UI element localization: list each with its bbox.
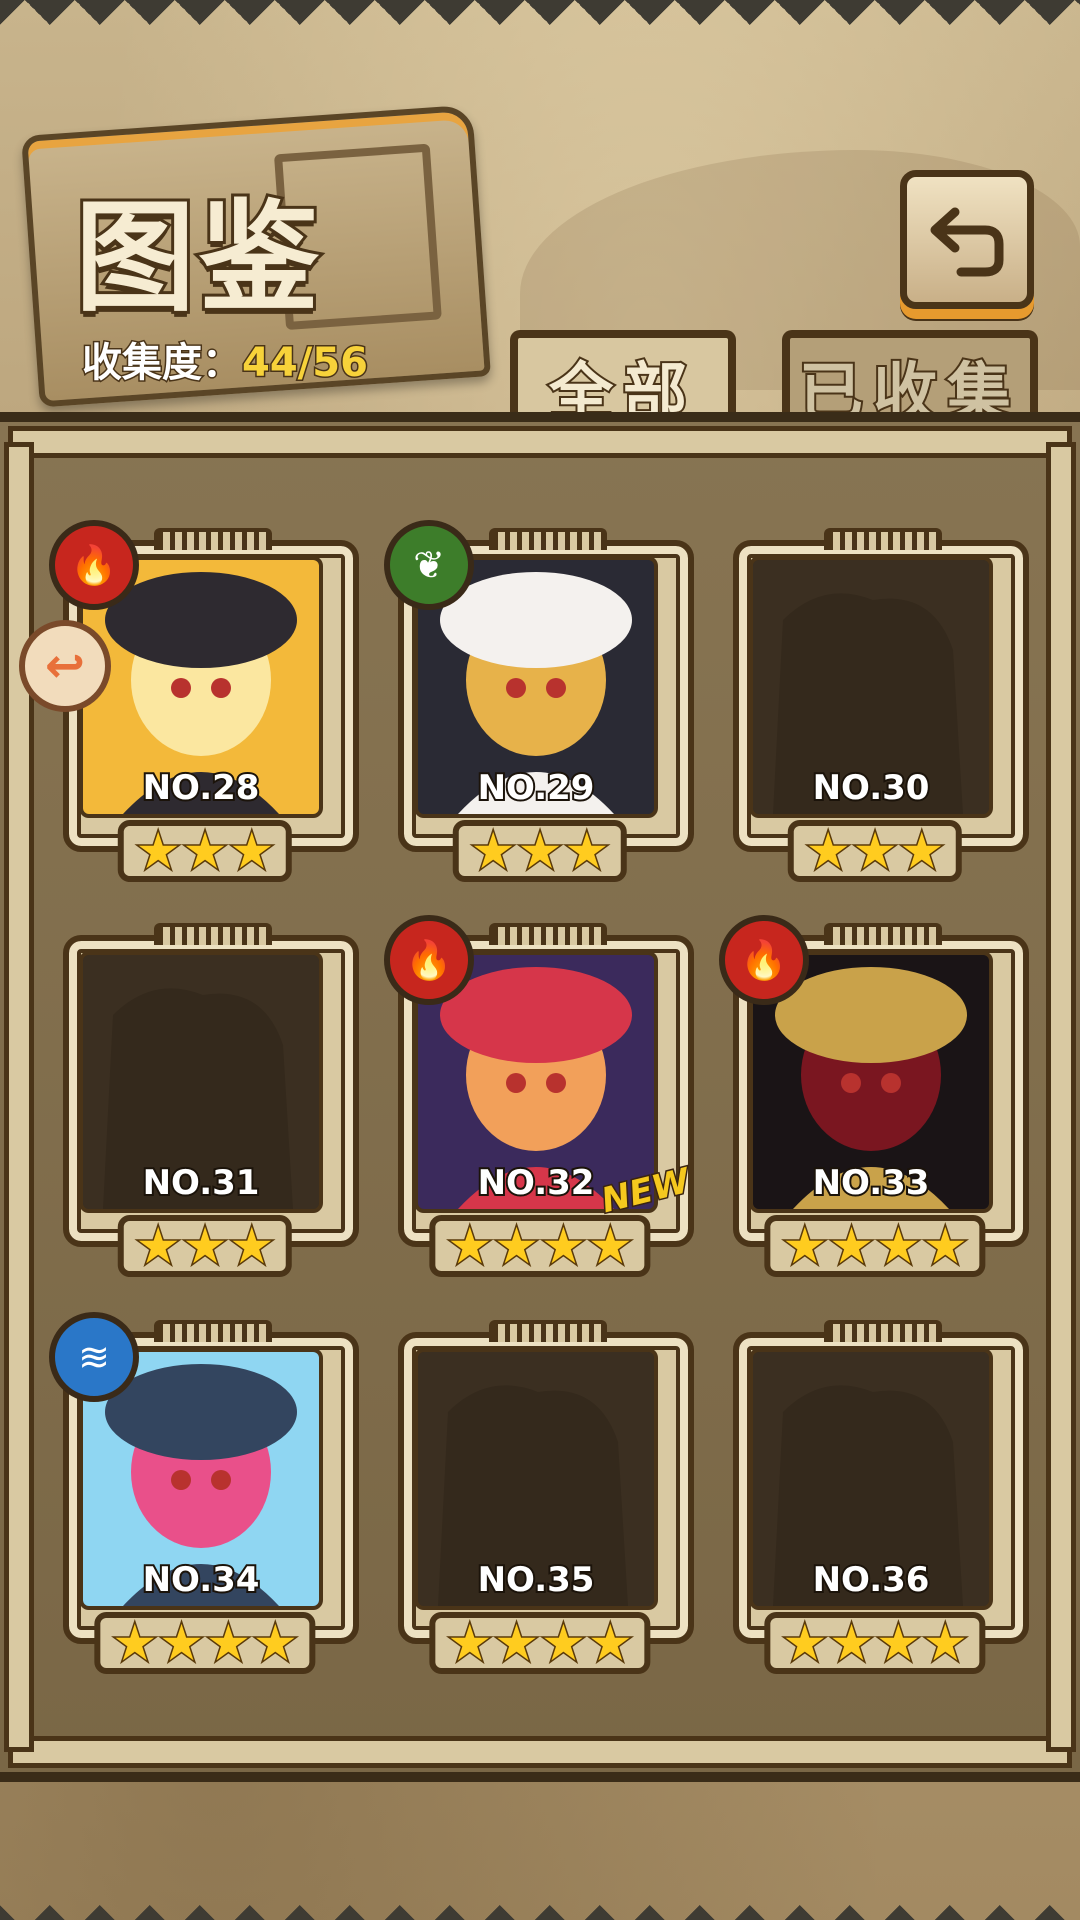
card-number: NO.29: [476, 766, 597, 810]
star-icon: ★: [921, 1217, 969, 1275]
top-border: [0, 0, 1080, 40]
star-icon: ★: [781, 1614, 829, 1672]
card-number: NO.30: [811, 766, 932, 810]
page-title: 图鉴: [72, 186, 323, 331]
rarity-stars: ★ ★ ★ ★: [429, 1215, 651, 1277]
card-number: NO.36: [811, 1558, 932, 1602]
return-arrow-icon: [930, 207, 1004, 276]
card-number: NO.31: [141, 1161, 262, 1205]
star-icon: ★: [875, 1614, 923, 1672]
fire-element-icon: 🔥: [384, 915, 474, 1005]
card-number: NO.28: [141, 766, 262, 810]
card-no-29[interactable]: NO.29 ★ ★ ★ ❦: [384, 520, 694, 882]
rarity-stars: ★ ★ ★: [117, 1215, 293, 1277]
panel-right-rail: [1046, 442, 1076, 1752]
awaken-badge-icon: ↩: [19, 620, 111, 712]
card-no-33[interactable]: NO.33 ★ ★ ★ ★ 🔥: [719, 915, 1029, 1277]
star-icon: ★: [586, 1217, 634, 1275]
star-icon: ★: [134, 822, 182, 880]
card-no-34[interactable]: NO.34 ★ ★ ★ ★ ≋: [49, 1312, 359, 1674]
star-icon: ★: [851, 822, 899, 880]
collection-label: 收集度：: [81, 339, 244, 388]
locked-silhouette: NO.31: [79, 951, 323, 1213]
star-icon: ★: [469, 822, 517, 880]
star-icon: ★: [540, 1217, 588, 1275]
star-icon: ★: [804, 822, 852, 880]
locked-silhouette: NO.30: [749, 556, 993, 818]
collection-progress: 收集度：44/56: [81, 330, 370, 388]
rarity-stars: ★ ★ ★ ★: [94, 1612, 316, 1674]
star-icon: ★: [781, 1217, 829, 1275]
rarity-stars: ★ ★ ★: [117, 820, 293, 882]
star-icon: ★: [228, 1217, 276, 1275]
star-icon: ★: [516, 822, 564, 880]
rarity-stars: ★ ★ ★ ★: [764, 1215, 986, 1277]
bottom-border: [0, 1880, 1080, 1920]
leaf-element-icon: ❦: [384, 520, 474, 610]
star-icon: ★: [181, 822, 229, 880]
back-button[interactable]: [900, 170, 1034, 309]
star-icon: ★: [563, 822, 611, 880]
star-icon: ★: [134, 1217, 182, 1275]
star-icon: ★: [446, 1614, 494, 1672]
star-icon: ★: [111, 1614, 159, 1672]
star-icon: ★: [898, 822, 946, 880]
star-icon: ★: [251, 1614, 299, 1672]
star-icon: ★: [181, 1217, 229, 1275]
fire-element-icon: 🔥: [719, 915, 809, 1005]
rarity-stars: ★ ★ ★ ★: [764, 1612, 986, 1674]
water-element-icon: ≋: [49, 1312, 139, 1402]
locked-silhouette: NO.36: [749, 1348, 993, 1610]
locked-silhouette: NO.35: [414, 1348, 658, 1610]
card-no-36[interactable]: NO.36 ★ ★ ★ ★: [725, 1320, 1029, 1674]
collection-value: 44/56: [241, 339, 370, 388]
star-icon: ★: [493, 1614, 541, 1672]
rarity-stars: ★ ★ ★ ★: [429, 1612, 651, 1674]
star-icon: ★: [586, 1614, 634, 1672]
star-icon: ★: [875, 1217, 923, 1275]
rarity-stars: ★ ★ ★: [452, 820, 628, 882]
star-icon: ★: [828, 1217, 876, 1275]
panel-bottom-rail: [8, 1736, 1072, 1768]
fire-element-icon: 🔥: [49, 520, 139, 610]
card-number: NO.33: [811, 1161, 932, 1205]
star-icon: ★: [158, 1614, 206, 1672]
star-icon: ★: [228, 822, 276, 880]
star-icon: ★: [540, 1614, 588, 1672]
card-no-35[interactable]: NO.35 ★ ★ ★ ★: [390, 1320, 694, 1674]
card-no-32[interactable]: NO.32 ★ ★ ★ ★ 🔥 NEW: [384, 915, 695, 1277]
star-icon: ★: [205, 1614, 253, 1672]
card-no-30[interactable]: NO.30 ★ ★ ★: [725, 528, 1029, 882]
star-icon: ★: [446, 1217, 494, 1275]
panel-top-rail: [8, 426, 1072, 458]
card-no-28[interactable]: NO.28 ★ ★ ★ 🔥 ↩: [19, 520, 359, 882]
star-icon: ★: [921, 1614, 969, 1672]
card-number: NO.35: [476, 1558, 597, 1602]
star-icon: ★: [828, 1614, 876, 1672]
star-icon: ★: [493, 1217, 541, 1275]
rarity-stars: ★ ★ ★: [787, 820, 963, 882]
card-number: NO.34: [141, 1558, 262, 1602]
card-no-31[interactable]: NO.31 ★ ★ ★: [55, 923, 359, 1277]
